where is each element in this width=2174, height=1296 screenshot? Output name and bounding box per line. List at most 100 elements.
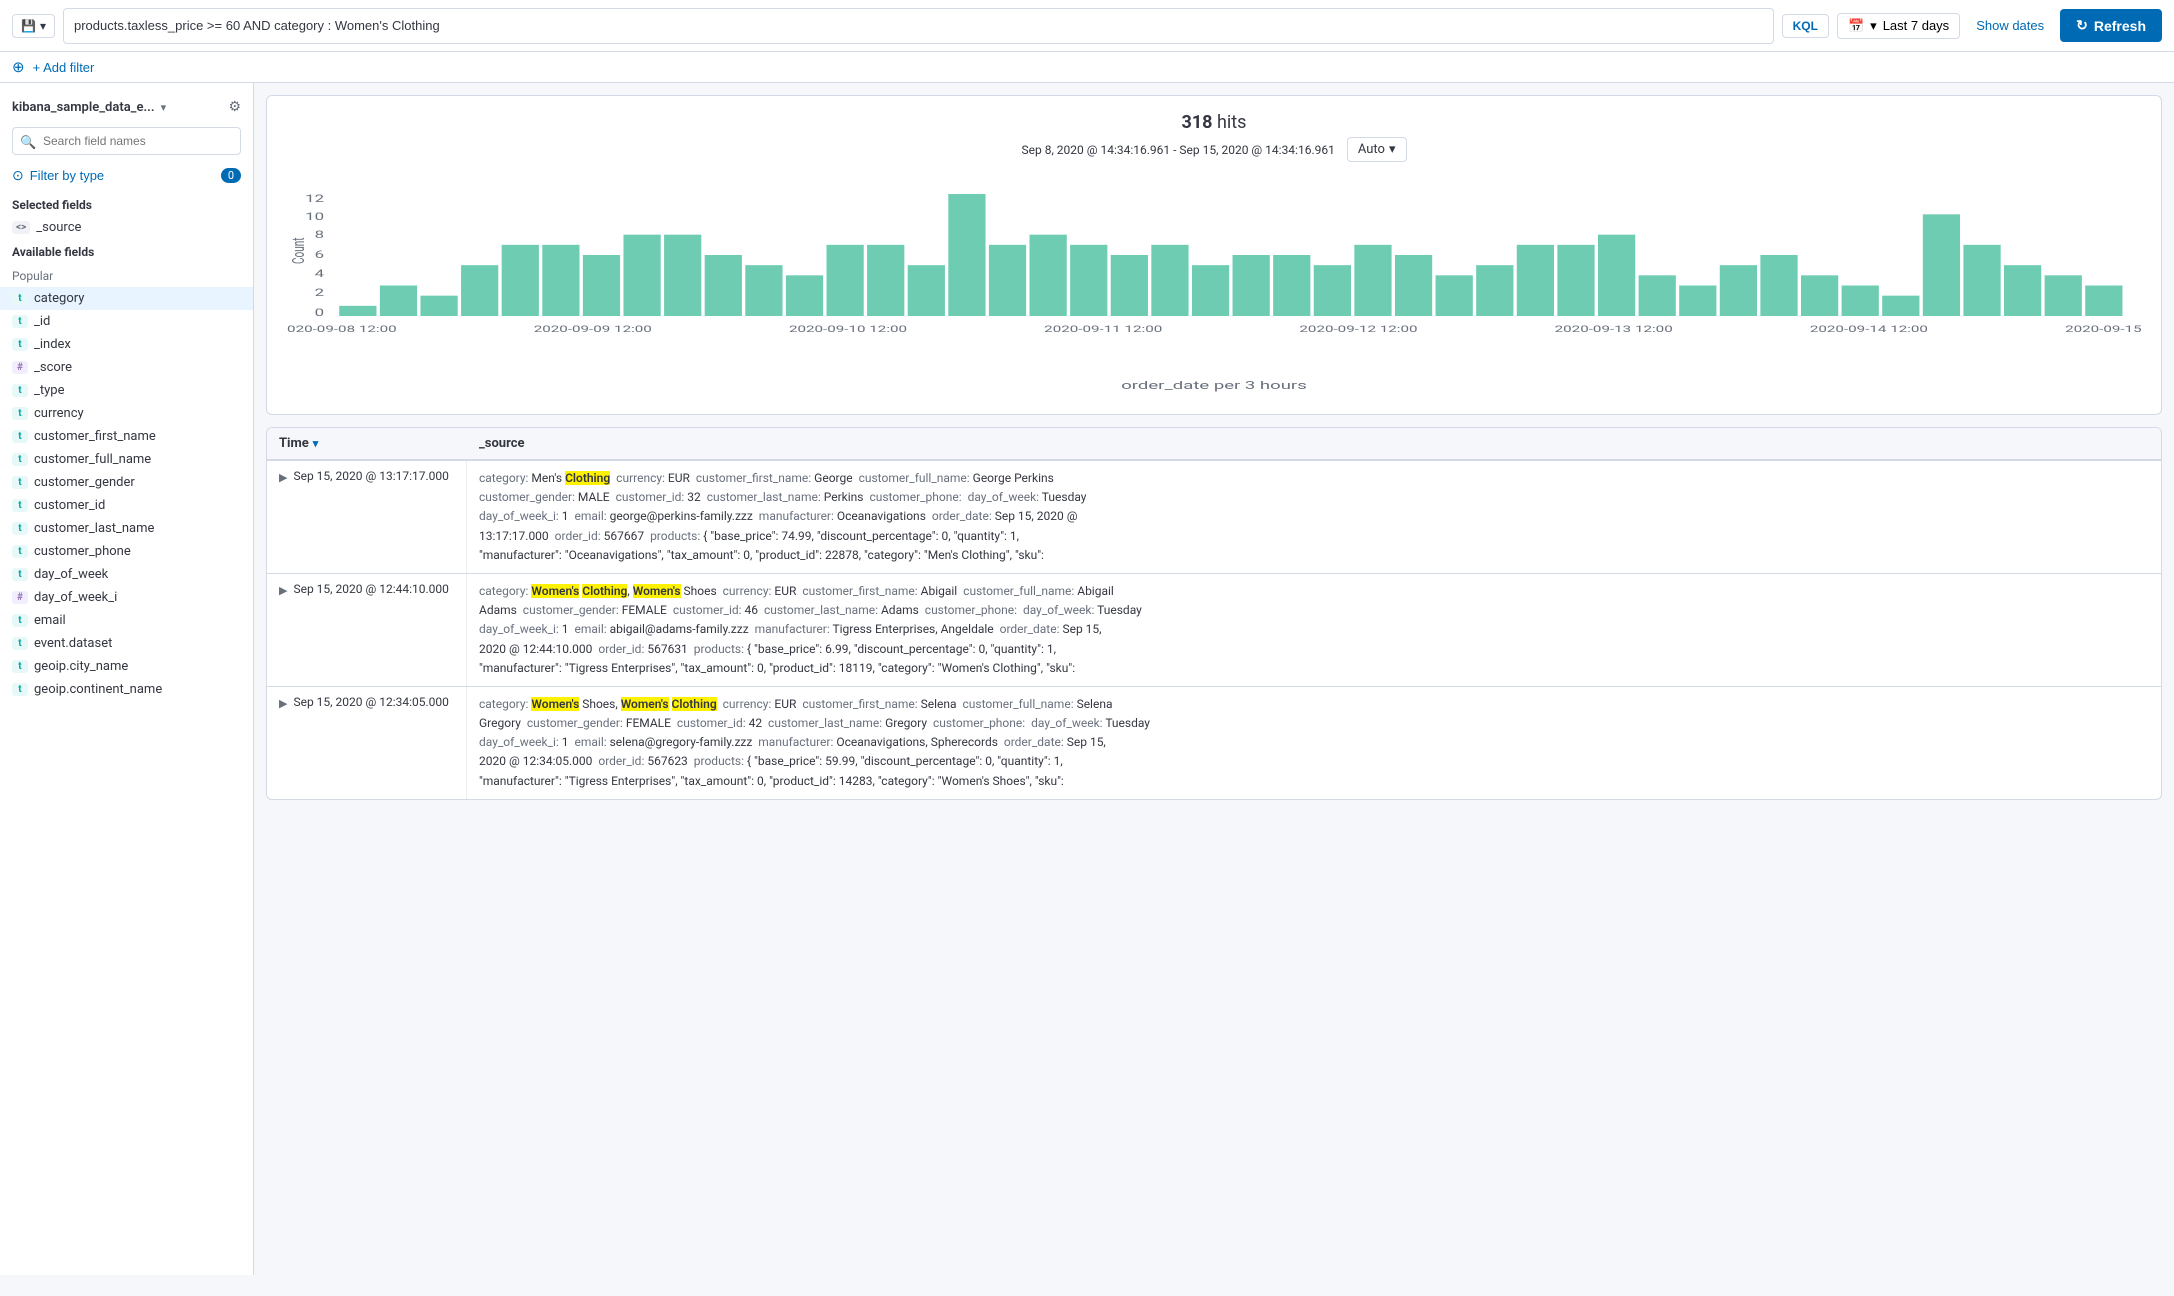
field-type-badge: t (12, 407, 28, 420)
x-tick-label: 2020-09-12 12:00 (1299, 324, 1417, 335)
bar (2085, 286, 2122, 317)
expand-icon[interactable]: ▶ (279, 471, 287, 484)
bar (1557, 245, 1594, 316)
chevron-down-icon: ▾ (1870, 18, 1877, 34)
show-dates-button[interactable]: Show dates (1968, 14, 2052, 37)
date-picker-button[interactable]: 📅 ▾ Last 7 days (1837, 13, 1960, 39)
bar (623, 235, 660, 316)
expand-icon[interactable]: ▶ (279, 697, 287, 710)
field-item-_index[interactable]: t_index (0, 333, 253, 356)
field-item-category[interactable]: tcategory (0, 287, 253, 310)
selected-fields-label: Selected fields (0, 192, 253, 216)
bar (542, 245, 579, 316)
search-field-input[interactable] (12, 127, 241, 155)
field-item-geoip-continent_name[interactable]: tgeoip.continent_name (0, 678, 253, 701)
available-fields-label: Available fields (0, 239, 253, 263)
field-item-customer_first_name[interactable]: t customer_first_name (0, 425, 253, 448)
svg-text:0: 0 (315, 307, 324, 319)
field-item-_id[interactable]: t _id (0, 310, 253, 333)
bar (1070, 245, 1107, 316)
field-name: customer_gender (34, 475, 135, 490)
field-item-customer_full_name[interactable]: tcustomer_full_name (0, 448, 253, 471)
field-name: geoip.continent_name (34, 682, 162, 697)
field-item-email[interactable]: temail (0, 609, 253, 632)
svg-text:8: 8 (315, 229, 325, 241)
bar (1517, 245, 1554, 316)
field-name: day_of_week (34, 567, 108, 582)
field-name: customer_phone (34, 544, 131, 559)
popular-label: Popular (0, 263, 253, 287)
bars-group (339, 194, 2122, 316)
x-tick-label: 2020-09-15 12:00 (2065, 324, 2141, 335)
timestamp: Sep 15, 2020 @ 13:17:17.000 (293, 469, 448, 483)
field-item-customer_gender[interactable]: tcustomer_gender (0, 471, 253, 494)
col-time-header[interactable]: Time ▾ (267, 428, 467, 459)
refresh-button[interactable]: ↻ Refresh (2060, 9, 2162, 42)
field-name: event.dataset (34, 636, 112, 651)
gear-icon[interactable]: ⚙ (228, 99, 241, 115)
field-item-event-dataset[interactable]: tevent.dataset (0, 632, 253, 655)
field-item-customer_last_name[interactable]: tcustomer_last_name (0, 517, 253, 540)
field-type-badge: t (12, 499, 28, 512)
field-item-_score[interactable]: #_score (0, 356, 253, 379)
bar (1192, 265, 1229, 316)
fields-list: tcategoryt_idt_index#_scoret_typetcurren… (0, 287, 253, 701)
x-tick-label: 2020-09-10 12:00 (789, 324, 907, 335)
kql-button[interactable]: KQL (1782, 14, 1829, 38)
index-selector[interactable]: kibana_sample_data_e... ▾ ⚙ (0, 95, 253, 123)
filter-type-row: ⊙ Filter by type 0 (0, 163, 253, 192)
bar (1923, 214, 1960, 316)
filter-bar: ⊕ + Add filter (0, 52, 2174, 83)
bar (461, 265, 498, 316)
field-name: customer_first_name (34, 429, 156, 444)
field-type-badge: t (12, 660, 28, 673)
field-name: _id (34, 314, 50, 329)
field-type-badge: # (12, 591, 28, 604)
bar (1273, 255, 1310, 316)
field-name: currency (34, 406, 84, 421)
expand-icon[interactable]: ▶ (279, 584, 287, 597)
content-area: 318 hits Sep 8, 2020 @ 14:34:16.961 - Se… (254, 83, 2174, 1275)
field-name: _score (34, 360, 72, 375)
field-item-currency[interactable]: t currency (0, 402, 253, 425)
bar (583, 255, 620, 316)
query-type-button[interactable]: 💾 ▾ (12, 14, 55, 38)
field-item-day_of_week_i[interactable]: #day_of_week_i (0, 586, 253, 609)
date-range-row: Sep 8, 2020 @ 14:34:16.961 - Sep 15, 202… (287, 137, 2141, 162)
chevron-down-icon: ▾ (40, 19, 46, 33)
field-item-_type[interactable]: t_type (0, 379, 253, 402)
field-item-customer_phone[interactable]: tcustomer_phone (0, 540, 253, 563)
query-input[interactable] (74, 18, 1763, 33)
bar (1720, 265, 1757, 316)
hits-title: 318 hits (287, 112, 2141, 133)
field-item-geoip-city_name[interactable]: tgeoip.city_name (0, 655, 253, 678)
main-layout: kibana_sample_data_e... ▾ ⚙ 🔍 ⊙ Filter b… (0, 83, 2174, 1275)
bar (1395, 255, 1432, 316)
auto-select[interactable]: Auto ▾ (1347, 137, 1407, 162)
results-area: Time ▾ _source ▶ Sep 15, 2020 @ 13:17:17… (266, 427, 2162, 800)
source-label: _source (479, 436, 525, 451)
bar (1801, 275, 1838, 316)
field-item-customer_id[interactable]: tcustomer_id (0, 494, 253, 517)
refresh-label: Refresh (2094, 18, 2146, 34)
time-cell: ▶ Sep 15, 2020 @ 13:17:17.000 (267, 461, 467, 573)
bar (2045, 275, 2082, 316)
field-type-badge: t (12, 430, 28, 443)
bar (1963, 245, 2000, 316)
field-name: _type (34, 383, 64, 398)
time-label: Time (279, 436, 309, 451)
filter-by-type-button[interactable]: ⊙ Filter by type (12, 167, 104, 184)
x-tick-label: 2020-09-14 12:00 (1810, 324, 1928, 335)
x-axis-label: order_date per 3 hours (1121, 379, 1307, 392)
table-row: ▶ Sep 15, 2020 @ 12:34:05.000 category: … (267, 687, 2161, 799)
add-filter-button[interactable]: + Add filter (33, 60, 95, 75)
field-name: _index (34, 337, 71, 352)
field-item-source[interactable]: <> _source (0, 216, 253, 239)
source-cell: category: Women's Clothing, Women's Shoe… (467, 574, 2161, 686)
svg-text:2: 2 (315, 287, 325, 299)
sidebar: kibana_sample_data_e... ▾ ⚙ 🔍 ⊙ Filter b… (0, 83, 254, 1275)
calendar-icon: 📅 (1848, 18, 1864, 34)
field-item-day_of_week[interactable]: tday_of_week (0, 563, 253, 586)
hits-number: 318 (1182, 112, 1213, 133)
field-type-badge: t (12, 315, 28, 328)
